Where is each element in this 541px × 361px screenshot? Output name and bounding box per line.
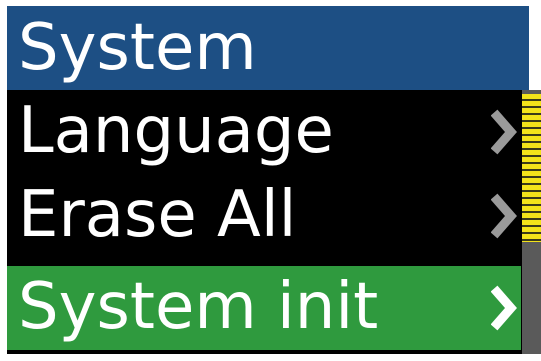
menu-item-label: Erase All bbox=[18, 178, 297, 252]
scrollbar-track[interactable] bbox=[522, 90, 541, 354]
device-screen: System Language Erase All System init bbox=[0, 0, 541, 361]
menu-item-system-init[interactable]: System init bbox=[7, 266, 521, 350]
menu-item-label: Language bbox=[18, 94, 334, 168]
chevron-right-icon bbox=[491, 285, 517, 331]
menu-item-label: System init bbox=[18, 270, 379, 344]
page-title: System bbox=[18, 11, 257, 85]
scrollbar-thumb[interactable] bbox=[522, 94, 541, 242]
chevron-right-icon bbox=[491, 193, 517, 239]
chevron-right-icon bbox=[491, 109, 517, 155]
menu-item-language[interactable]: Language bbox=[7, 90, 521, 174]
header-bar: System bbox=[7, 6, 529, 90]
menu-list: Language Erase All System init bbox=[7, 90, 529, 354]
menu-item-erase-all[interactable]: Erase All bbox=[7, 174, 521, 258]
